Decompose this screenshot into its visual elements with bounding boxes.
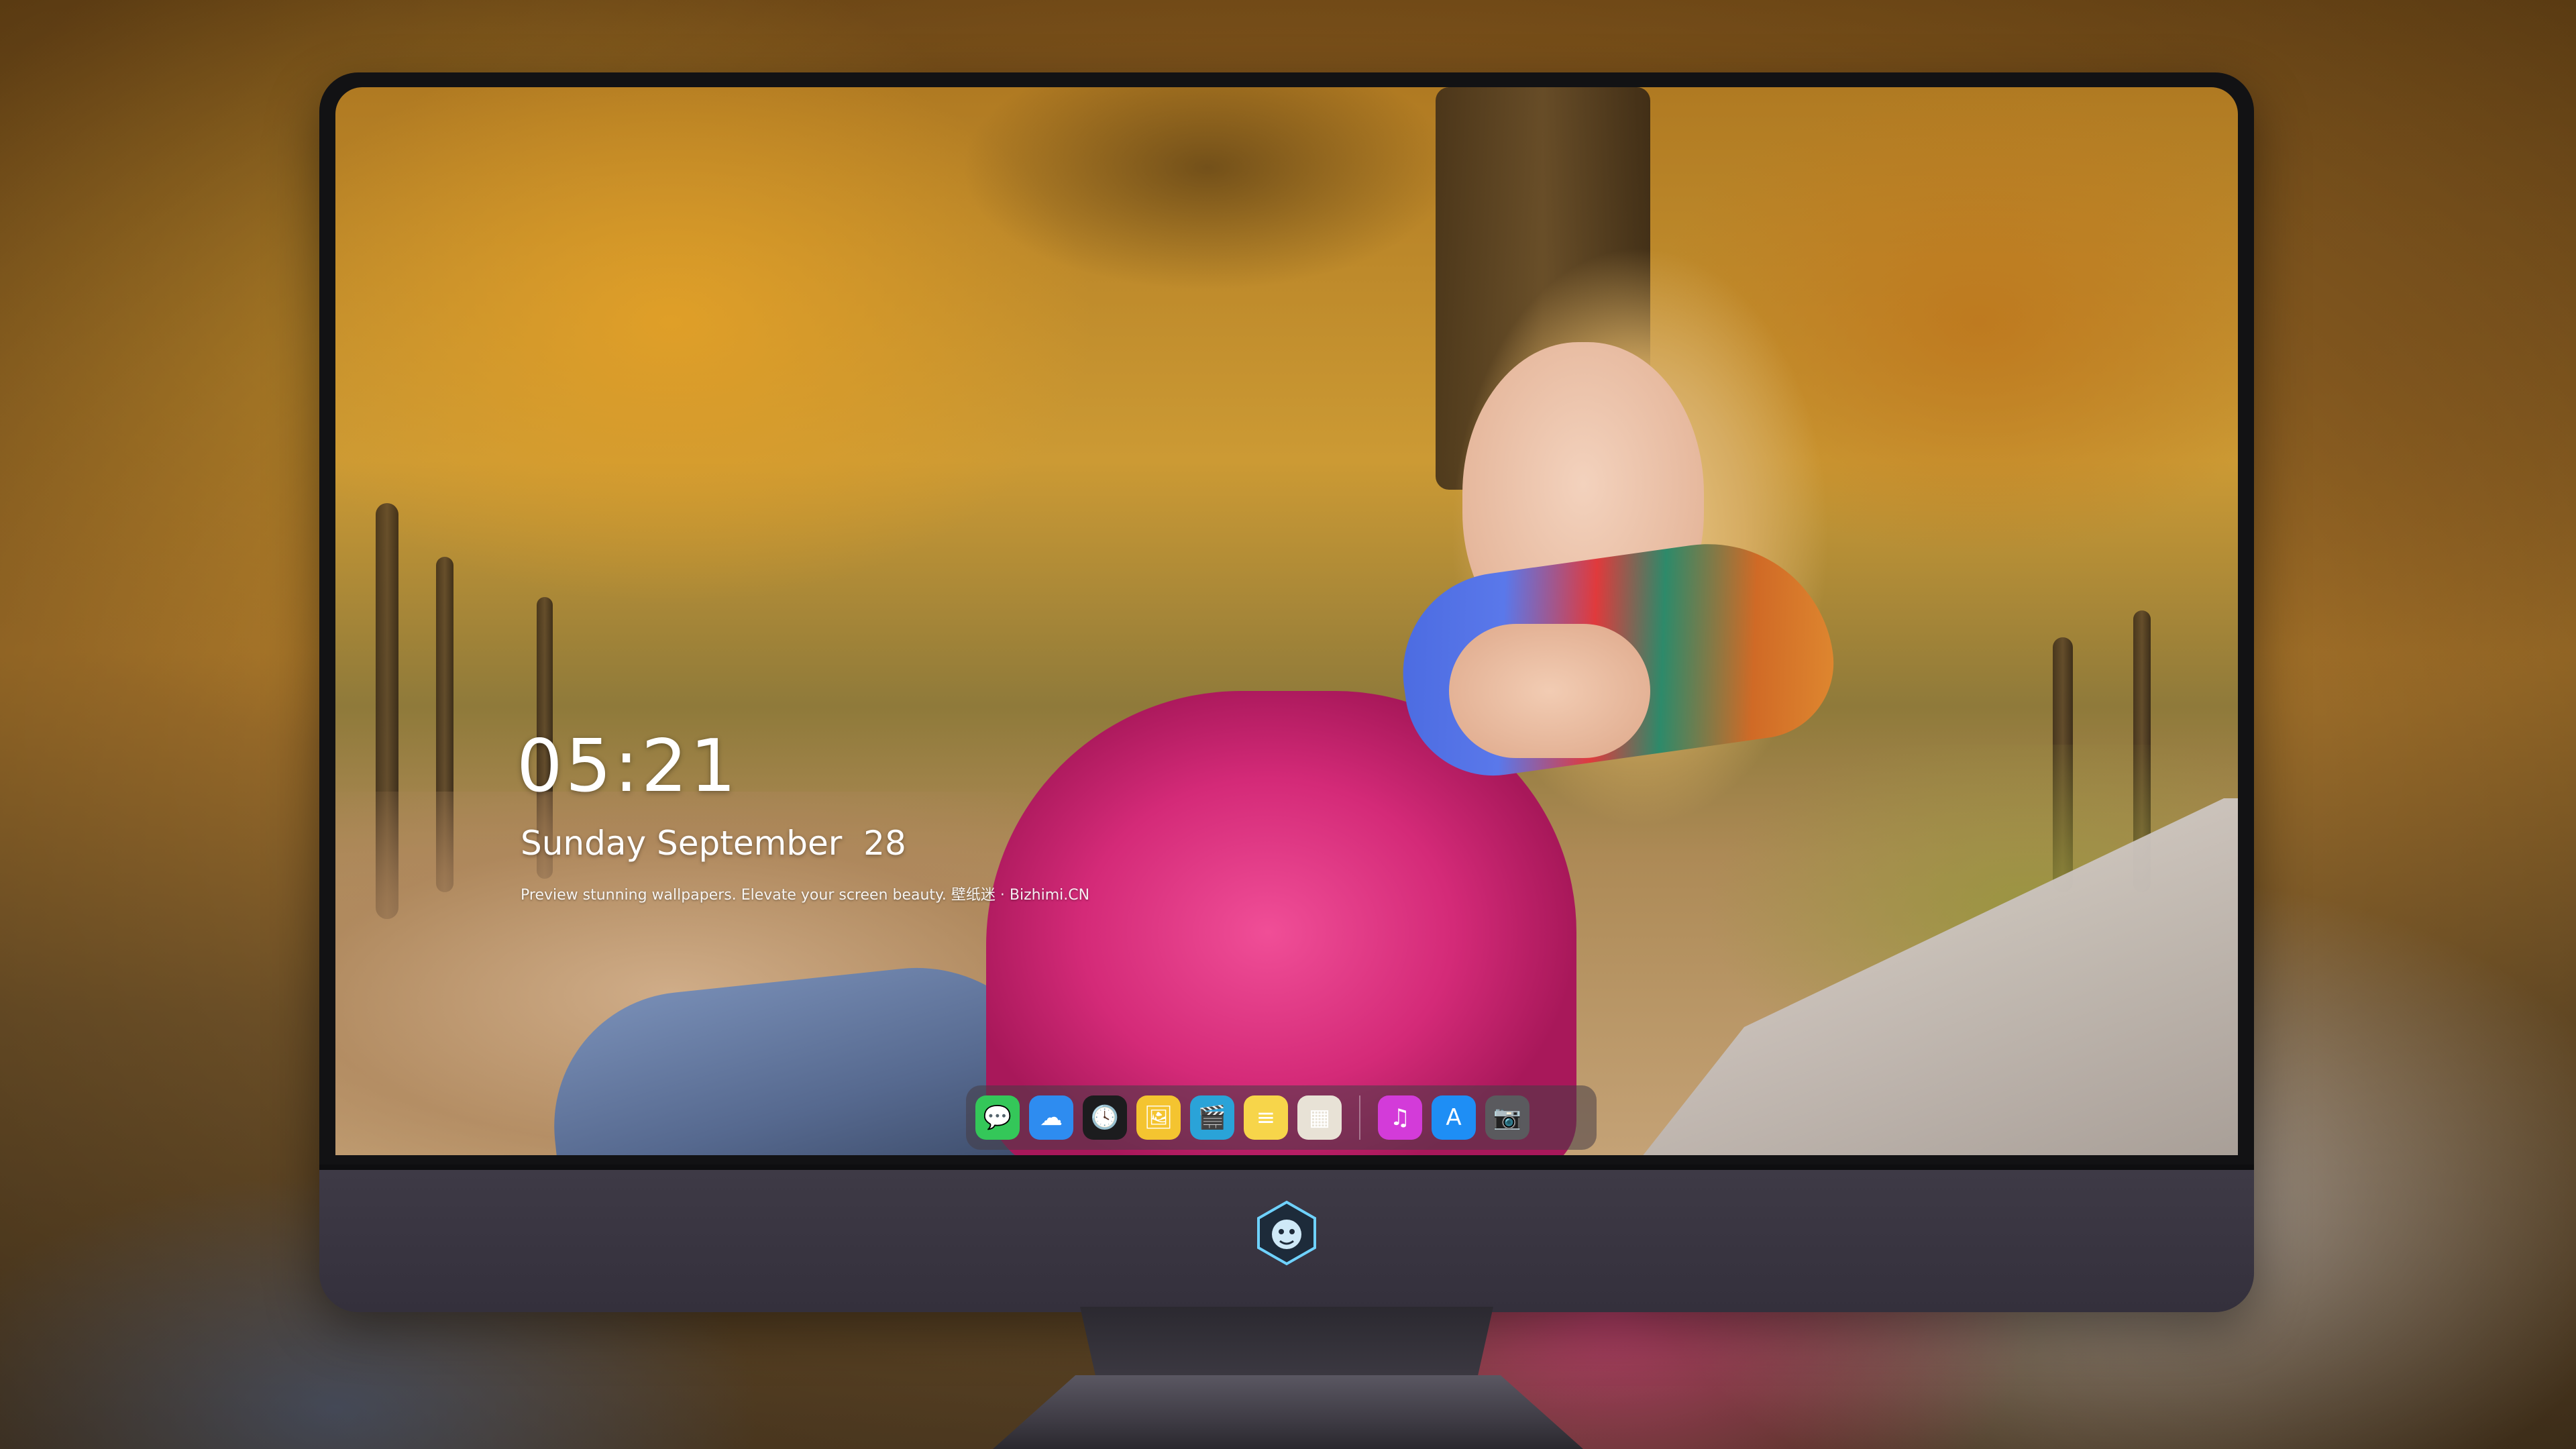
clips-icon[interactable]: 🎬 — [1190, 1095, 1234, 1140]
dock: 💬 ☁ 🕓 🖼 🎬 ≡ ▦ ♫ A 📷 — [966, 1085, 1597, 1150]
monitor-screen: 05:21 Sunday September 28 Preview stunni… — [335, 87, 2238, 1155]
camera-icon[interactable]: 📷 — [1485, 1095, 1529, 1140]
monitor-stand-neck — [1080, 1307, 1493, 1381]
preview-icon[interactable]: 🖼 — [1136, 1095, 1181, 1140]
clock-icon[interactable]: 🕓 — [1083, 1095, 1127, 1140]
dock-separator — [1359, 1095, 1360, 1140]
messages-icon[interactable]: 💬 — [975, 1095, 1020, 1140]
notes-icon[interactable]: ≡ — [1244, 1095, 1288, 1140]
monitor-stand-base — [993, 1375, 1583, 1449]
weather-icon[interactable]: ☁ — [1029, 1095, 1073, 1140]
lock-screen-tagline: Preview stunning wallpapers. Elevate you… — [521, 887, 1090, 904]
desktop-stage: 05:21 Sunday September 28 Preview stunni… — [0, 0, 2576, 1449]
appstore-icon[interactable]: A — [1432, 1095, 1476, 1140]
brand-logo-icon — [1257, 1200, 1316, 1266]
lock-screen-date: Sunday September 28 — [521, 824, 906, 863]
music-icon[interactable]: ♫ — [1378, 1095, 1422, 1140]
person-hands — [1449, 624, 1650, 758]
lock-screen-time: 05:21 — [517, 724, 739, 808]
photobooth-icon[interactable]: ▦ — [1297, 1095, 1342, 1140]
